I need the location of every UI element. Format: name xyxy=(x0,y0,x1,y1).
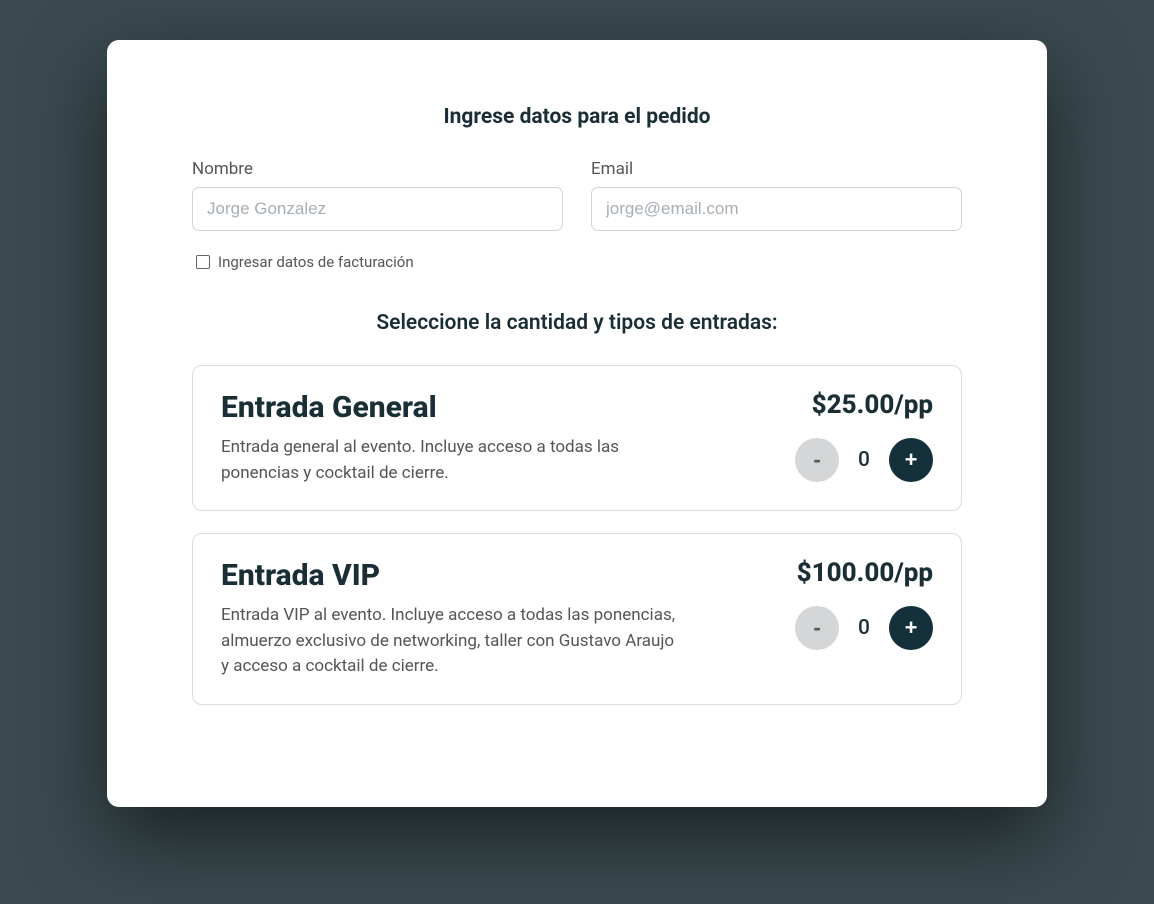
ticket-info: Entrada General Entrada general al event… xyxy=(221,390,713,486)
order-form-card: Ingrese datos para el pedido Nombre Emai… xyxy=(107,40,1047,807)
billing-checkbox-row: Ingresar datos de facturación xyxy=(192,253,962,271)
ticket-right: $25.00/pp - 0 + xyxy=(753,390,933,486)
ticket-price: $100.00/pp xyxy=(797,558,933,588)
ticket-title: Entrada General xyxy=(221,390,713,425)
name-input[interactable] xyxy=(192,187,563,231)
ticket-info: Entrada VIP Entrada VIP al evento. Inclu… xyxy=(221,558,713,680)
quantity-minus-button[interactable]: - xyxy=(795,606,839,650)
page-title: Ingrese datos para el pedido xyxy=(192,105,962,129)
email-group: Email xyxy=(591,159,962,231)
name-group: Nombre xyxy=(192,159,563,231)
billing-checkbox[interactable] xyxy=(196,255,210,269)
billing-checkbox-label: Ingresar datos de facturación xyxy=(218,253,414,271)
tickets-heading: Seleccione la cantidad y tipos de entrad… xyxy=(192,311,962,335)
email-label: Email xyxy=(591,159,962,179)
quantity-plus-button[interactable]: + xyxy=(889,606,933,650)
quantity-plus-button[interactable]: + xyxy=(889,438,933,482)
quantity-minus-button[interactable]: - xyxy=(795,438,839,482)
quantity-value: 0 xyxy=(857,616,871,640)
quantity-value: 0 xyxy=(857,448,871,472)
ticket-card-general: Entrada General Entrada general al event… xyxy=(192,365,962,511)
quantity-controls: - 0 + xyxy=(795,606,933,650)
ticket-description: Entrada VIP al evento. Incluye acceso a … xyxy=(221,603,681,680)
ticket-right: $100.00/pp - 0 + xyxy=(753,558,933,680)
name-label: Nombre xyxy=(192,159,563,179)
ticket-price: $25.00/pp xyxy=(812,390,933,420)
ticket-description: Entrada general al evento. Incluye acces… xyxy=(221,435,681,486)
quantity-controls: - 0 + xyxy=(795,438,933,482)
ticket-title: Entrada VIP xyxy=(221,558,713,593)
email-input[interactable] xyxy=(591,187,962,231)
ticket-card-vip: Entrada VIP Entrada VIP al evento. Inclu… xyxy=(192,533,962,705)
form-row: Nombre Email xyxy=(192,159,962,231)
